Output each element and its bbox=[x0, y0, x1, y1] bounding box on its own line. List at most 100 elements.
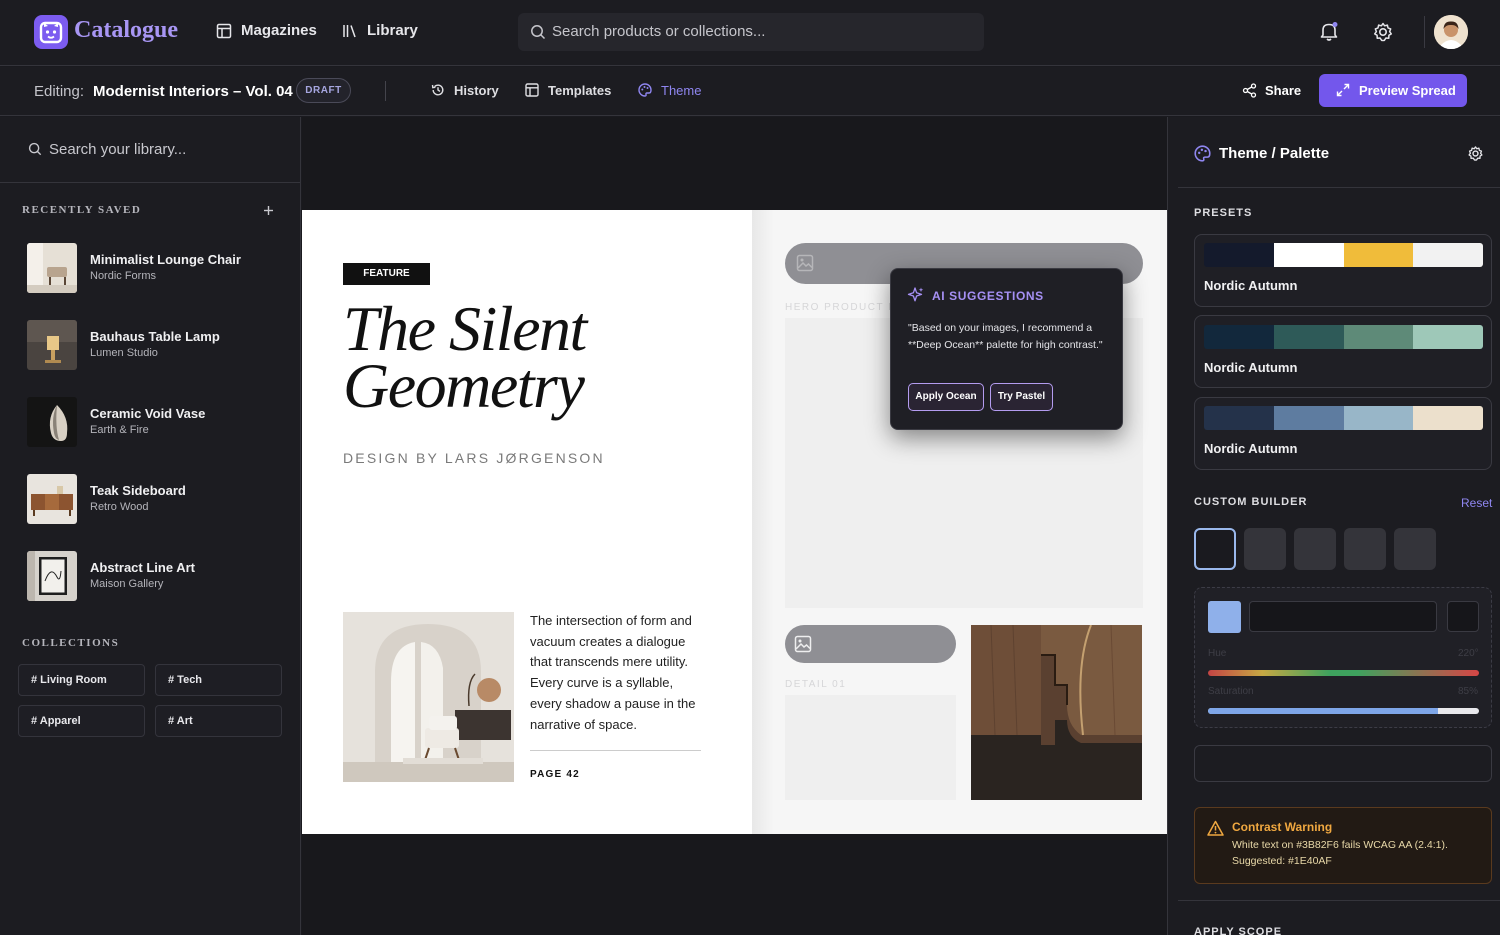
search-icon bbox=[28, 142, 42, 156]
warning-icon bbox=[1207, 820, 1224, 837]
bell-icon[interactable] bbox=[1318, 20, 1340, 42]
header-divider bbox=[1424, 16, 1425, 48]
try-pastel-button[interactable]: Try Pastel bbox=[990, 383, 1053, 411]
wood-joinery-photo[interactable] bbox=[971, 625, 1142, 800]
color-swatch bbox=[1273, 325, 1344, 349]
collection-tag[interactable]: # Tech bbox=[155, 664, 282, 696]
apply-ocean-button[interactable]: Apply Ocean bbox=[908, 383, 984, 411]
list-item-title[interactable]: Bauhaus Table Lamp bbox=[90, 329, 220, 344]
ai-suggestions-title: AI SUGGESTIONS bbox=[932, 289, 1044, 303]
product-thumbnail[interactable] bbox=[27, 474, 77, 524]
expand-icon bbox=[1336, 83, 1350, 97]
share-icon bbox=[1242, 83, 1257, 98]
collections-heading: COLLECTIONS bbox=[22, 637, 120, 649]
gear-icon[interactable] bbox=[1372, 21, 1394, 43]
palette-icon bbox=[638, 83, 652, 97]
custom-swatch[interactable] bbox=[1394, 528, 1436, 570]
custom-swatch[interactable] bbox=[1294, 528, 1336, 570]
list-item-subtitle: Nordic Forms bbox=[90, 270, 157, 282]
preview-spread-label[interactable]: Preview Spread bbox=[1359, 83, 1456, 98]
color-swatch bbox=[1343, 325, 1414, 349]
saturation-label: Saturation bbox=[1208, 686, 1254, 697]
library-search-input[interactable]: Search your library... bbox=[49, 141, 186, 158]
apply-scope-heading: APPLY SCOPE bbox=[1194, 926, 1283, 935]
preset-name: Nordic Autumn bbox=[1204, 360, 1298, 375]
ai-suggestion-text: "Based on your images, I recommend a **D… bbox=[908, 322, 1103, 351]
detail-image-placeholder[interactable] bbox=[785, 695, 956, 800]
collection-tag[interactable]: # Art bbox=[155, 705, 282, 737]
hex-input[interactable] bbox=[1249, 601, 1437, 632]
preset-swatches bbox=[1204, 406, 1483, 430]
search-icon bbox=[530, 24, 546, 40]
tab-templates[interactable]: Templates bbox=[548, 83, 611, 98]
list-item-title[interactable]: Abstract Line Art bbox=[90, 560, 195, 575]
opacity-input[interactable] bbox=[1447, 601, 1479, 632]
saturation-slider[interactable] bbox=[1208, 708, 1479, 714]
panel-divider bbox=[1178, 900, 1500, 901]
search-input[interactable]: Search products or collections... bbox=[552, 23, 765, 40]
tab-history[interactable]: History bbox=[454, 83, 499, 98]
recently-saved-heading: RECENTLY SAVED bbox=[22, 204, 142, 216]
page-number: PAGE 42 bbox=[530, 769, 580, 780]
list-item-title[interactable]: Minimalist Lounge Chair bbox=[90, 252, 241, 267]
color-swatch bbox=[1204, 243, 1274, 267]
custom-swatch[interactable] bbox=[1344, 528, 1386, 570]
reset-link[interactable]: Reset bbox=[1461, 496, 1492, 510]
document-title[interactable]: Modernist Interiors – Vol. 04 bbox=[93, 83, 293, 100]
palette-name-input[interactable] bbox=[1194, 745, 1492, 782]
color-swatch bbox=[1343, 406, 1414, 430]
custom-swatch-selected[interactable] bbox=[1194, 528, 1236, 570]
color-swatch bbox=[1413, 406, 1483, 430]
presets-heading: PRESETS bbox=[1194, 207, 1253, 219]
saturation-fill bbox=[1208, 708, 1439, 714]
theme-panel-title: Theme / Palette bbox=[1219, 145, 1330, 162]
designer-credit[interactable]: DESIGN BY LARS JØRGENSON bbox=[343, 450, 605, 466]
color-swatch bbox=[1204, 325, 1274, 349]
product-thumbnail[interactable] bbox=[27, 397, 77, 447]
preset-swatches bbox=[1204, 325, 1483, 349]
headline[interactable]: The Silent Geometry bbox=[343, 297, 587, 418]
share-button[interactable]: Share bbox=[1265, 83, 1301, 98]
gear-icon[interactable] bbox=[1467, 145, 1484, 162]
hero-image-label: HERO PRODUCT IM bbox=[785, 302, 903, 313]
plus-icon[interactable] bbox=[263, 205, 274, 216]
preset-swatches bbox=[1204, 243, 1483, 267]
product-thumbnail[interactable] bbox=[27, 551, 77, 601]
nav-library[interactable]: Library bbox=[367, 22, 418, 39]
custom-swatch[interactable] bbox=[1244, 528, 1286, 570]
nav-magazines[interactable]: Magazines bbox=[241, 22, 317, 39]
color-swatch bbox=[1204, 406, 1274, 430]
avatar[interactable] bbox=[1434, 15, 1468, 49]
collection-tag[interactable]: # Living Room bbox=[18, 664, 145, 696]
list-item-title[interactable]: Ceramic Void Vase bbox=[90, 406, 205, 421]
color-swatch bbox=[1273, 406, 1344, 430]
list-item-subtitle: Maison Gallery bbox=[90, 578, 164, 590]
page-gutter-shadow bbox=[752, 210, 774, 834]
color-swatch bbox=[1413, 325, 1483, 349]
preset-name: Nordic Autumn bbox=[1204, 441, 1298, 456]
hue-value: 220° bbox=[1458, 648, 1479, 659]
list-item-title[interactable]: Teak Sideboard bbox=[90, 483, 186, 498]
warning-text: White text on #3B82F6 fails WCAG AA (2.4… bbox=[1232, 839, 1448, 867]
sparkle-icon bbox=[907, 286, 925, 304]
feature-badge[interactable]: FEATURE bbox=[343, 263, 430, 285]
app-name: Catalogue bbox=[74, 17, 178, 43]
hue-slider[interactable] bbox=[1208, 670, 1479, 676]
list-item-subtitle: Retro Wood bbox=[90, 501, 149, 513]
product-thumbnail[interactable] bbox=[27, 243, 77, 293]
collection-tag[interactable]: # Apparel bbox=[18, 705, 145, 737]
detail-image-label: DETAIL 01 bbox=[785, 679, 847, 690]
toolbar-divider bbox=[385, 81, 386, 101]
body-copy[interactable]: The intersection of form and vacuum crea… bbox=[530, 611, 705, 735]
color-swatch bbox=[1413, 243, 1483, 267]
image-icon bbox=[796, 254, 814, 272]
interior-photo[interactable] bbox=[343, 612, 514, 782]
image-icon[interactable] bbox=[794, 635, 812, 653]
tab-theme[interactable]: Theme bbox=[661, 83, 701, 98]
layout-icon bbox=[216, 23, 232, 39]
custom-builder-heading: CUSTOM BUILDER bbox=[1194, 496, 1308, 508]
logo-icon[interactable] bbox=[34, 15, 68, 49]
selected-color-chip[interactable] bbox=[1208, 601, 1241, 633]
editing-label: Editing: bbox=[34, 83, 85, 100]
product-thumbnail[interactable] bbox=[27, 320, 77, 370]
